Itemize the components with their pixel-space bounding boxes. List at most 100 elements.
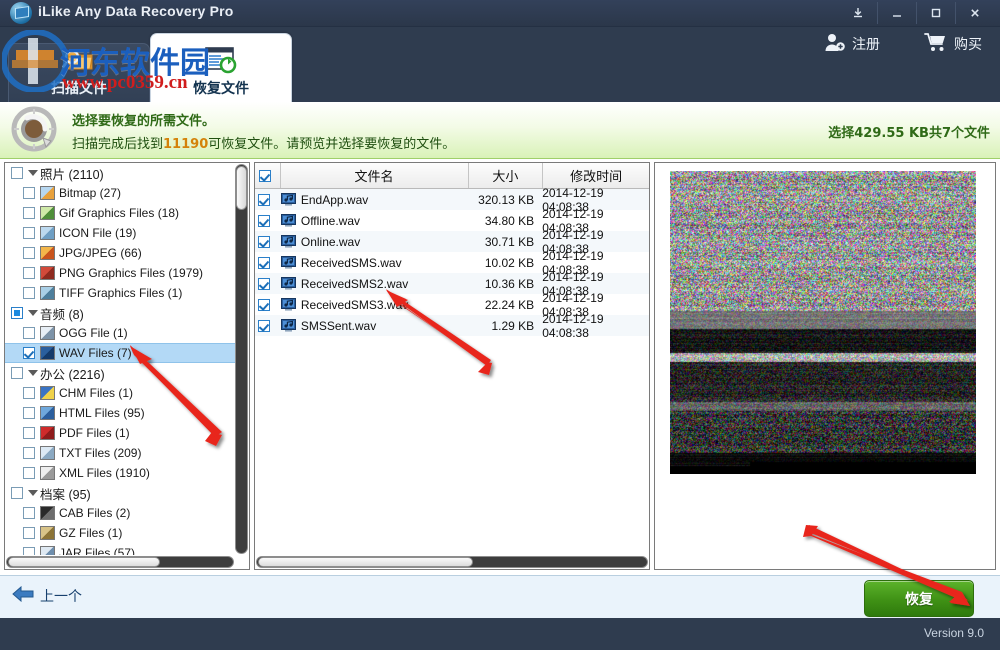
app-logo-icon <box>10 2 32 24</box>
tree-group-checkbox[interactable] <box>11 167 23 179</box>
tree-item-checkbox[interactable] <box>23 527 35 539</box>
tree-item-checkbox[interactable] <box>23 447 35 459</box>
version-label: Version 9.0 <box>924 626 984 640</box>
tree-item-checkbox[interactable] <box>23 287 35 299</box>
tree-vertical-scrollbar[interactable] <box>235 164 248 554</box>
cell-size: 30.71 KB <box>463 235 543 249</box>
tree-horizontal-scrollbar[interactable] <box>6 556 234 568</box>
tree-item-1-1[interactable]: WAV Files (7) <box>5 343 235 363</box>
tree-item-1-0[interactable]: OGG File (1) <box>5 323 235 343</box>
user-add-icon <box>824 32 846 55</box>
table-row[interactable]: SMSSent.wav1.29 KB2014-12-19 04:08:38 <box>255 315 649 336</box>
filename-text: Online.wav <box>301 235 360 249</box>
tree-item-checkbox[interactable] <box>23 227 35 239</box>
tree-item-3-0[interactable]: CAB Files (2) <box>5 503 235 523</box>
tree-item-2-2[interactable]: PDF Files (1) <box>5 423 235 443</box>
category-tree[interactable]: 照片 (2110) Bitmap (27) Gif Graphics Files (… <box>5 163 235 555</box>
tree-item-checkbox[interactable] <box>23 207 35 219</box>
tree-item-2-0[interactable]: CHM Files (1) <box>5 383 235 403</box>
row-checkbox-cell[interactable] <box>255 278 279 290</box>
tree-item-2-3[interactable]: TXT Files (209) <box>5 443 235 463</box>
row-checkbox[interactable] <box>258 278 270 290</box>
wav-file-icon <box>281 193 296 206</box>
recover-button[interactable]: 恢复 <box>864 580 974 617</box>
tree-group-checkbox[interactable] <box>11 307 23 319</box>
close-icon[interactable] <box>955 2 994 24</box>
chevron-down-icon[interactable] <box>28 369 37 378</box>
row-checkbox[interactable] <box>258 320 270 332</box>
tree-item-checkbox[interactable] <box>23 267 35 279</box>
tree-item-0-2[interactable]: ICON File (19) <box>5 223 235 243</box>
chevron-down-icon[interactable] <box>28 169 37 178</box>
tree-group-label: 档案 (95) <box>40 484 91 503</box>
minimize-icon[interactable] <box>877 2 916 24</box>
tree-item-label: PDF Files (1) <box>59 426 130 440</box>
row-checkbox-cell[interactable] <box>255 215 279 227</box>
tree-group-checkbox[interactable] <box>11 487 23 499</box>
column-header-modified[interactable]: 修改时间 <box>543 163 649 188</box>
tree-item-label: Bitmap (27) <box>59 186 121 200</box>
filename-text: ReceivedSMS2.wav <box>301 277 408 291</box>
window-title: iLike Any Data Recovery Pro <box>38 3 234 19</box>
shopping-cart-icon <box>924 32 948 55</box>
tree-item-checkbox[interactable] <box>23 387 35 399</box>
ogg-file-icon <box>40 326 55 340</box>
recover-document-icon <box>203 45 239 75</box>
column-header-filename[interactable]: 文件名 <box>281 163 469 188</box>
buy-button[interactable]: 购买 <box>924 32 982 55</box>
tree-item-label: WAV Files (7) <box>59 346 132 360</box>
tree-item-label: ICON File (19) <box>59 226 136 240</box>
restore-down-icon[interactable] <box>839 2 877 24</box>
chevron-down-icon[interactable] <box>28 489 37 498</box>
previous-button[interactable]: 上一个 <box>12 586 82 606</box>
filename-text: EndApp.wav <box>301 193 368 207</box>
tree-item-0-1[interactable]: Gif Graphics Files (18) <box>5 203 235 223</box>
row-checkbox-cell[interactable] <box>255 257 279 269</box>
chevron-down-icon[interactable] <box>28 309 37 318</box>
tree-group-2[interactable]: 办公 (2216) <box>5 363 235 383</box>
row-checkbox-cell[interactable] <box>255 236 279 248</box>
tree-item-3-2[interactable]: JAR Files (57) <box>5 543 235 555</box>
tree-item-3-1[interactable]: GZ Files (1) <box>5 523 235 543</box>
row-checkbox[interactable] <box>258 215 270 227</box>
tree-item-0-0[interactable]: Bitmap (27) <box>5 183 235 203</box>
tree-group-1[interactable]: 音频 (8) <box>5 303 235 323</box>
tab-scan-files[interactable]: 扫描文件 <box>8 43 150 102</box>
banner-text-post: 可恢复文件。请预览并选择要恢复的文件。 <box>208 137 455 152</box>
tree-item-0-5[interactable]: TIFF Graphics Files (1) <box>5 283 235 303</box>
select-all-header-cell[interactable] <box>255 163 281 188</box>
row-checkbox[interactable] <box>258 236 270 248</box>
tab-recover-files-label: 恢复文件 <box>193 78 249 98</box>
tree-item-2-4[interactable]: XML Files (1910) <box>5 463 235 483</box>
tree-group-0[interactable]: 照片 (2110) <box>5 163 235 183</box>
tree-item-0-3[interactable]: JPG/JPEG (66) <box>5 243 235 263</box>
tree-item-checkbox[interactable] <box>23 247 35 259</box>
tree-item-checkbox[interactable] <box>23 187 35 199</box>
tree-item-label: OGG File (1) <box>59 326 128 340</box>
tab-recover-files[interactable]: 恢复文件 <box>150 33 292 102</box>
row-checkbox[interactable] <box>258 257 270 269</box>
column-header-size[interactable]: 大小 <box>469 163 544 188</box>
row-checkbox-cell[interactable] <box>255 320 279 332</box>
cell-modified: 2014-12-19 04:08:38 <box>542 312 649 340</box>
row-checkbox[interactable] <box>258 194 270 206</box>
tree-item-checkbox[interactable] <box>23 507 35 519</box>
select-all-checkbox[interactable] <box>259 170 271 182</box>
tree-item-checkbox[interactable] <box>23 467 35 479</box>
row-checkbox-cell[interactable] <box>255 194 279 206</box>
tree-item-checkbox[interactable] <box>23 407 35 419</box>
tree-item-checkbox[interactable] <box>23 547 35 555</box>
maximize-icon[interactable] <box>916 2 955 24</box>
tree-item-checkbox[interactable] <box>23 347 35 359</box>
file-list-horizontal-scrollbar[interactable] <box>256 556 648 568</box>
application-window: iLike Any Data Recovery Pro 注册 <box>0 0 1000 650</box>
row-checkbox-cell[interactable] <box>255 299 279 311</box>
row-checkbox[interactable] <box>258 299 270 311</box>
tree-item-checkbox[interactable] <box>23 427 35 439</box>
tree-group-3[interactable]: 档案 (95) <box>5 483 235 503</box>
tree-group-checkbox[interactable] <box>11 367 23 379</box>
tree-item-checkbox[interactable] <box>23 327 35 339</box>
tree-item-2-1[interactable]: HTML Files (95) <box>5 403 235 423</box>
register-button[interactable]: 注册 <box>824 32 880 55</box>
tree-item-0-4[interactable]: PNG Graphics Files (1979) <box>5 263 235 283</box>
